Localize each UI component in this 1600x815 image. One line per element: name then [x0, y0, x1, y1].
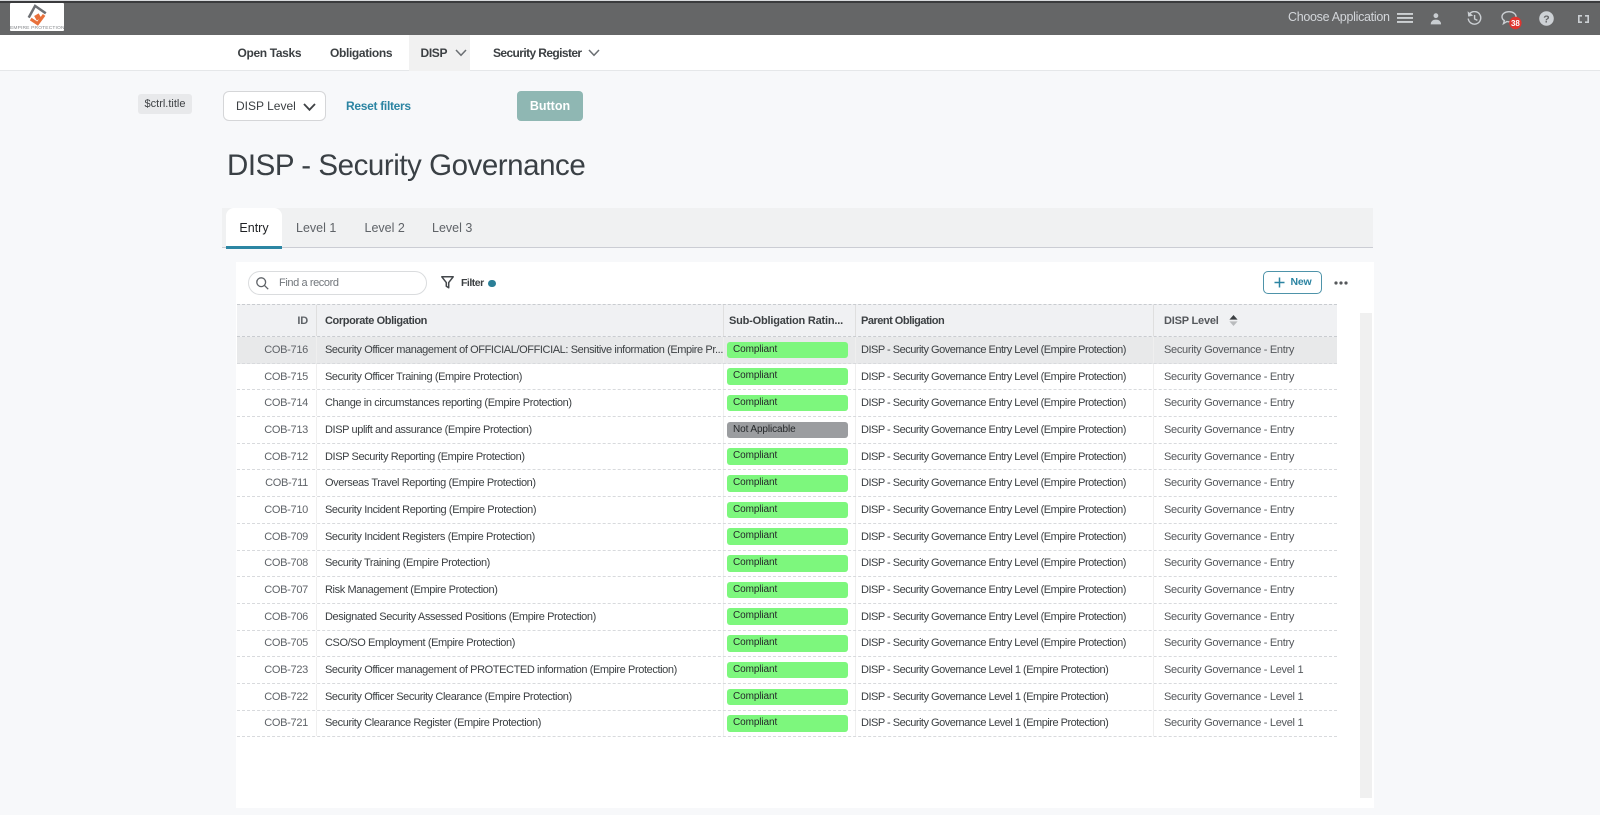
svg-text:EMPIRE PROTECTION: EMPIRE PROTECTION: [10, 25, 64, 31]
svg-text:?: ?: [1543, 13, 1549, 25]
svg-text:38: 38: [1511, 19, 1520, 28]
